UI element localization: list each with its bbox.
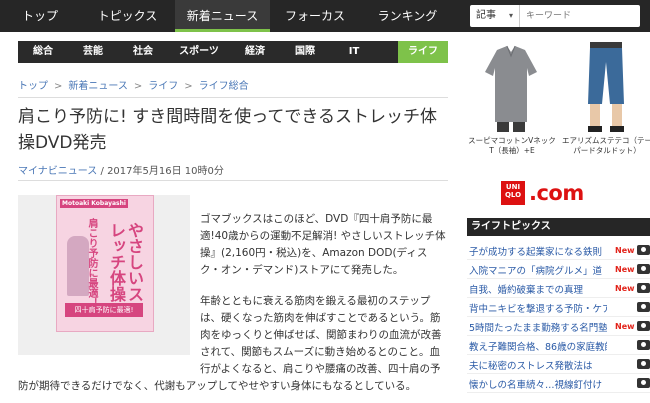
article-body: ゴマブックスはこのほど、DVD『四十肩予防に最適!40歳からの運動不足解消! や… (18, 211, 448, 395)
topic-title[interactable]: 自我、婚約破棄までの真理 (469, 282, 607, 296)
category-society[interactable]: 社会 (118, 41, 168, 63)
topic-item[interactable]: 入院マニアの「病院グルメ」道 New (467, 260, 650, 279)
tab-ranking[interactable]: ランキング (360, 0, 455, 32)
category-economy[interactable]: 経済 (230, 41, 280, 63)
topic-title[interactable]: 入院マニアの「病院グルメ」道 (469, 263, 607, 277)
camera-icon (637, 340, 650, 350)
breadcrumb-top[interactable]: トップ (18, 81, 48, 92)
camera-icon (637, 359, 650, 369)
uniqlo-logo: UNI QLO (501, 181, 525, 205)
new-badge: New (615, 265, 635, 274)
new-badge: New (615, 246, 635, 255)
chevron-down-icon: ▾ (508, 11, 513, 20)
search-box: 記事 ▾ (470, 5, 640, 27)
category-sports[interactable]: スポーツ (168, 41, 230, 63)
dvd-author: Motoaki Kobayashi (60, 199, 128, 208)
image-float-spacer (18, 211, 200, 371)
breadcrumb-life-general[interactable]: ライフ総合 (199, 81, 249, 92)
product-card[interactable]: スーピマコットンVネックT（長袖）+E (467, 38, 556, 178)
category-international[interactable]: 国際 (280, 41, 330, 63)
topic-item[interactable]: 夫に秘密のストレス発散法は (467, 355, 650, 374)
breadcrumb-new-news[interactable]: 新着ニュース (68, 81, 128, 92)
new-badge: New (615, 284, 635, 293)
camera-icon (637, 245, 650, 255)
product-name: エアリズムステテコ（テーパードタルドット） (562, 136, 650, 155)
new-badge: New (615, 322, 635, 331)
search-type-select[interactable]: 記事 ▾ (470, 5, 520, 27)
article-title: 肩こり予防に! すき間時間を使ってできるストレッチ体操DVD発売 (18, 107, 438, 153)
life-topics-heading: ライフトピックス (467, 218, 650, 236)
tab-new-news[interactable]: 新着ニュース (175, 0, 270, 32)
product-ad: スーピマコットンVネックT（長袖）+E エアリズムステテコ（テーパードタルドット… (467, 38, 650, 178)
search-input[interactable] (526, 5, 638, 27)
category-it[interactable]: IT (330, 41, 378, 63)
pants-image (588, 42, 624, 132)
topic-title[interactable]: 懐かしの名車続々…視線釘付け (469, 377, 607, 391)
sweater-image (485, 45, 537, 132)
top-nav: トップ トピックス 新着ニュース フォーカス ランキング 記事 ▾ (0, 0, 650, 32)
camera-icon (637, 321, 650, 331)
topic-title[interactable]: 子が成功する起業家になる鉄則 (469, 244, 607, 258)
tab-focus[interactable]: フォーカス (270, 0, 360, 32)
divider (18, 97, 448, 98)
topic-title[interactable]: 夫に秘密のストレス発散法は (469, 358, 607, 372)
product-name: スーピマコットンVネックT（長袖）+E (468, 136, 556, 155)
article-byline: マイナビニュース / 2017年5月16日 10時0分 (18, 162, 224, 177)
product-card[interactable]: エアリズムステテコ（テーパードタルドット） (562, 38, 650, 178)
camera-icon (637, 302, 650, 312)
topic-title[interactable]: 教え子難関合格、86歳の家庭教師 (469, 339, 607, 353)
topic-item[interactable]: 教え子難関合格、86歳の家庭教師 (467, 336, 650, 355)
topic-item[interactable]: 子が成功する起業家になる鉄則 New (467, 241, 650, 260)
search-type-label: 記事 (476, 10, 496, 21)
uniqlo-banner[interactable]: UNI QLO .com (467, 178, 650, 210)
breadcrumb: トップ > 新着ニュース > ライフ > ライフ総合 (18, 77, 249, 92)
camera-icon (637, 283, 650, 293)
topic-item[interactable]: 自我、婚約破棄までの真理 New (467, 279, 650, 298)
topic-item[interactable]: 背中ニキビを撃退する予防・ケア (467, 298, 650, 317)
category-life[interactable]: ライフ (398, 41, 448, 63)
tab-topics[interactable]: トピックス (80, 0, 175, 32)
breadcrumb-separator: > (184, 81, 193, 92)
category-bar: 総合 芸能 社会 スポーツ 経済 国際 IT ライフ (18, 41, 448, 63)
breadcrumb-separator: > (54, 81, 63, 92)
tab-top[interactable]: トップ (0, 0, 80, 32)
topic-title[interactable]: 背中ニキビを撃退する予防・ケア (469, 301, 607, 315)
topic-item[interactable]: 5時間たったまま勤務する名門塾 New (467, 317, 650, 336)
article-date: 2017年5月16日 10時0分 (107, 166, 224, 177)
topic-item[interactable]: 懐かしの名車続々…視線釘付け (467, 374, 650, 393)
article-source[interactable]: マイナビニュース (18, 166, 97, 177)
breadcrumb-life[interactable]: ライフ (148, 81, 178, 92)
category-entertainment[interactable]: 芸能 (68, 41, 118, 63)
topic-title[interactable]: 5時間たったまま勤務する名門塾 (469, 320, 607, 334)
uniqlo-com-text: .com (529, 181, 584, 205)
category-general[interactable]: 総合 (18, 41, 68, 63)
camera-icon (637, 378, 650, 388)
camera-icon (637, 264, 650, 274)
divider (18, 180, 448, 181)
breadcrumb-separator: > (133, 81, 143, 92)
